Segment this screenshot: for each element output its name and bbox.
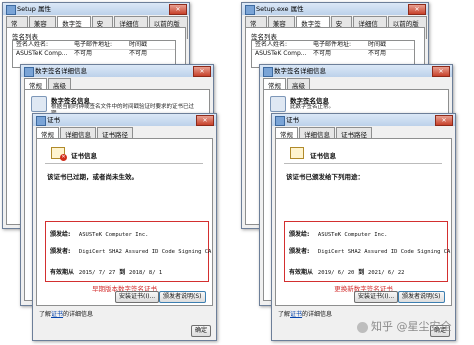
learn-more-link[interactable]: 证书 xyxy=(290,311,302,318)
certificate-status: 该证书已过期，或者尚未生效。 xyxy=(47,173,138,181)
signer-name: ASUSTeK Comp... xyxy=(255,50,307,57)
issuer-statement-button[interactable]: 颁发者说明(S) xyxy=(159,291,206,303)
learn-more-prefix: 了解 xyxy=(39,311,52,318)
certificate-window: 证书 ✕ 常规 详细信息 证书路径 证书信息 该证书已颁发给下列用途： 颁发给:… xyxy=(271,113,456,341)
valid-to-label: 到 xyxy=(358,269,365,276)
certificate-icon xyxy=(290,147,304,159)
signature-details-titlebar[interactable]: 数字签名详细信息 ✕ xyxy=(260,65,452,77)
issued-by-value: DigiCert SHA2 Assured ID Code Signing CA xyxy=(78,249,212,255)
author-avatar-icon xyxy=(357,321,368,333)
signer-email: 不可用 xyxy=(74,50,93,57)
learn-more: 了解证书的详细信息 xyxy=(278,309,332,318)
signature-list-header: 签名人姓名: 电子邮件地址: 时间戳 xyxy=(252,41,414,50)
certificate-status: 该证书已颁发给下列用途： xyxy=(286,173,364,181)
issued-by-value: DigiCert SHA2 Assured ID Code Signing CA xyxy=(317,249,451,255)
install-certificate-button[interactable]: 安装证书(I)... xyxy=(354,291,399,303)
issued-to-label: 颁发给: xyxy=(50,231,71,238)
close-icon[interactable]: ✕ xyxy=(196,115,214,126)
column-timestamp[interactable]: 时间戳 xyxy=(129,41,175,49)
close-icon[interactable]: ✕ xyxy=(435,115,453,126)
install-certificate-button[interactable]: 安装证书(I)... xyxy=(115,291,160,303)
certificate-details-highlight: 颁发给: ASUSTeK Computer Inc. 颁发者: DigiCert… xyxy=(284,221,450,282)
signer-timestamp: 不可用 xyxy=(129,50,148,57)
learn-more: 了解证书的详细信息 xyxy=(39,309,93,318)
app-icon xyxy=(24,67,34,77)
valid-from-value: 2019/ 6/ 20 xyxy=(317,270,355,276)
right-comparison-pane: Setup.exe 属性 ✕ 常规 兼容性 数字签名 安全 详细信息 以前的版本… xyxy=(239,0,474,345)
validity-row: 有效期从 2019/ 6/ 20 到 2021/ 6/ 22 xyxy=(289,267,404,276)
certificate-general-panel: ✕ 证书信息 该证书已过期，或者尚未生效。 颁发给: ASUSTeK Compu… xyxy=(36,138,213,306)
valid-to-value: 2018/ 8/ 1 xyxy=(129,270,163,276)
certificate-general-panel: 证书信息 该证书已颁发给下列用途： 颁发给: ASUSTeK Computer … xyxy=(275,138,452,306)
signature-details-title: 数字签名详细信息 xyxy=(35,67,87,75)
learn-more-suffix: 的详细信息 xyxy=(63,311,94,318)
signature-info-text: 此数字签名正常。 xyxy=(290,104,335,110)
certificate-info-title: 证书信息 xyxy=(71,152,97,160)
watermark: 知乎 @星尘安全 xyxy=(357,318,452,334)
signature-row[interactable]: ASUSTeK Comp... 不可用 不可用 xyxy=(252,50,414,58)
watermark-text: 知乎 @星尘安全 xyxy=(371,320,452,333)
issued-to-row: 颁发给: ASUSTeK Computer Inc. xyxy=(289,229,387,238)
issued-to-label: 颁发给: xyxy=(289,231,310,238)
issued-to-value: ASUSTeK Computer Inc. xyxy=(317,232,388,238)
divider xyxy=(45,163,203,164)
signature-list-header: 签名人姓名: 电子邮件地址: 时间戳 xyxy=(13,41,175,50)
divider xyxy=(284,163,442,164)
issuer-statement-button[interactable]: 颁发者说明(S) xyxy=(398,291,445,303)
validity-row: 有效期从 2015/ 7/ 27 到 2018/ 8/ 1 xyxy=(50,267,162,276)
valid-from-value: 2015/ 7/ 27 xyxy=(78,270,116,276)
column-timestamp[interactable]: 时间戳 xyxy=(368,41,414,49)
issued-to-value: ASUSTeK Computer Inc. xyxy=(78,232,149,238)
certificate-window: 证书 ✕ 常规 详细信息 证书路径 ✕ 证书信息 该证书已过期，或者尚未生效。 … xyxy=(32,113,217,341)
issued-by-row: 颁发者: DigiCert SHA2 Assured ID Code Signi… xyxy=(289,246,450,255)
learn-more-prefix: 了解 xyxy=(278,311,291,318)
ok-button[interactable]: 确定 xyxy=(191,325,212,337)
properties-title: Setup 属性 xyxy=(17,5,51,13)
app-icon xyxy=(245,5,255,15)
column-email[interactable]: 电子邮件地址: xyxy=(313,41,368,49)
close-icon[interactable]: ✕ xyxy=(408,4,426,15)
valid-to-label: 到 xyxy=(119,269,126,276)
certificate-app-icon xyxy=(275,116,285,126)
valid-from-label: 有效期从 xyxy=(289,269,314,276)
certificate-title: 证书 xyxy=(286,116,299,124)
certificate-info-title: 证书信息 xyxy=(310,152,336,160)
column-email[interactable]: 电子邮件地址: xyxy=(74,41,129,49)
signer-timestamp: 不可用 xyxy=(368,50,387,57)
certificate-error-icon: ✕ xyxy=(51,147,67,161)
certificate-app-icon xyxy=(36,116,46,126)
issued-by-label: 颁发者: xyxy=(289,248,310,255)
left-comparison-pane: Setup 属性 ✕ 常规 兼容性 数字签名 安全 详细信息 以前的版本 签名列… xyxy=(0,0,235,345)
valid-from-label: 有效期从 xyxy=(50,269,75,276)
signature-row[interactable]: ASUSTeK Comp... 不可用 不可用 xyxy=(13,50,175,58)
signer-email: 不可用 xyxy=(313,50,332,57)
valid-to-value: 2021/ 6/ 22 xyxy=(368,270,405,276)
issued-by-row: 颁发者: DigiCert SHA2 Assured ID Code Signi… xyxy=(50,246,211,255)
certificate-titlebar[interactable]: 证书 ✕ xyxy=(272,114,455,126)
signature-details-titlebar[interactable]: 数字签名详细信息 ✕ xyxy=(21,65,213,77)
properties-titlebar[interactable]: Setup 属性 ✕ xyxy=(3,3,189,15)
app-icon xyxy=(6,5,16,15)
learn-more-link[interactable]: 证书 xyxy=(51,311,63,318)
certificate-title: 证书 xyxy=(47,116,60,124)
certificate-details-highlight: 颁发给: ASUSTeK Computer Inc. 颁发者: DigiCert… xyxy=(45,221,211,282)
certificate-titlebar[interactable]: 证书 ✕ xyxy=(33,114,216,126)
signer-name: ASUSTeK Comp... xyxy=(16,50,68,57)
learn-more-suffix: 的详细信息 xyxy=(302,311,333,318)
signature-details-title: 数字签名详细信息 xyxy=(274,67,326,75)
signature-shield-icon xyxy=(270,96,286,112)
app-icon xyxy=(263,67,273,77)
issued-by-label: 颁发者: xyxy=(50,248,71,255)
issued-to-row: 颁发给: ASUSTeK Computer Inc. xyxy=(50,229,148,238)
properties-titlebar[interactable]: Setup.exe 属性 ✕ xyxy=(242,3,428,15)
properties-title: Setup.exe 属性 xyxy=(256,5,304,13)
signature-shield-icon xyxy=(31,96,47,112)
column-signer[interactable]: 签名人姓名: xyxy=(13,41,74,49)
close-icon[interactable]: ✕ xyxy=(193,66,211,77)
close-icon[interactable]: ✕ xyxy=(432,66,450,77)
close-icon[interactable]: ✕ xyxy=(169,4,187,15)
column-signer[interactable]: 签名人姓名: xyxy=(252,41,313,49)
